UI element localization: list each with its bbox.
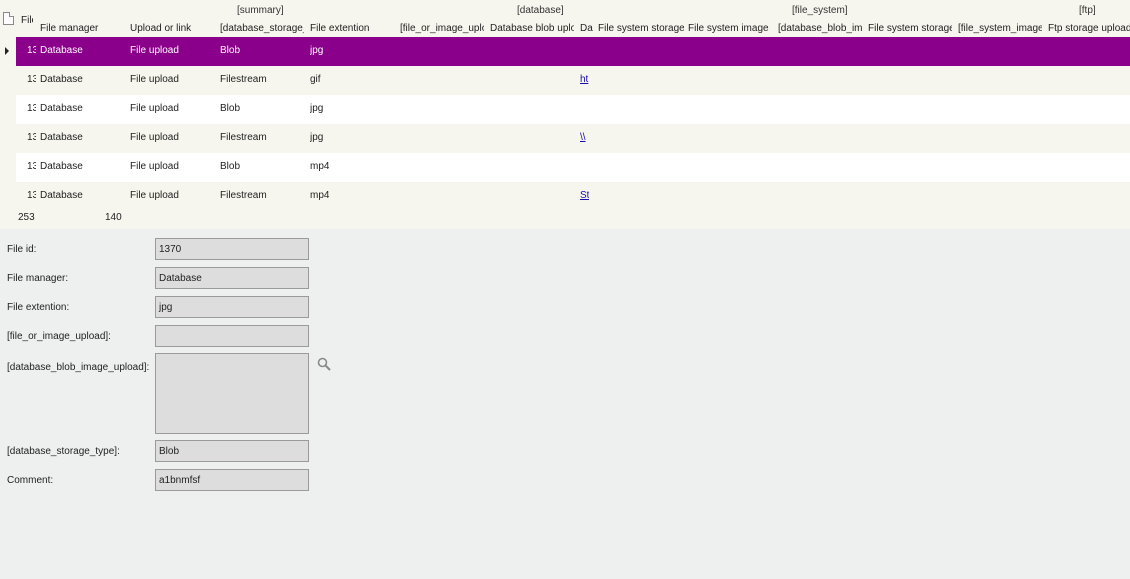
cell-file-id[interactable]: 13	[27, 74, 36, 85]
cell-upload-or-link[interactable]: File upload	[130, 45, 179, 56]
cell-file-id[interactable]: 13	[27, 190, 36, 201]
summary-count-a: 253	[18, 212, 35, 223]
search-icon[interactable]	[317, 357, 331, 371]
cell-upload-or-link[interactable]: File upload	[130, 132, 179, 143]
column-header-file-or-image-upload[interactable]: [file_or_image_uplo	[400, 23, 484, 34]
cell-file-extention[interactable]: mp4	[310, 190, 329, 201]
row-indicator[interactable]	[0, 66, 16, 95]
table-row[interactable]: 13 Database File upload Blob jpg	[0, 95, 1130, 124]
column-header-file-system-storage[interactable]: File system storage	[598, 23, 684, 34]
row-indicator[interactable]	[0, 124, 16, 153]
band-file-system: [file_system]	[792, 5, 848, 16]
label-database-blob-image-upload: [database_blob_image_upload]:	[7, 362, 150, 373]
label-file-extention: File extention:	[7, 302, 70, 313]
cell-file-manager[interactable]: Database	[40, 161, 83, 172]
table-row[interactable]: 13 Database File upload Blob jpg	[0, 37, 1130, 66]
band-header-row: [summary] [database] [file_system] [ftp]	[0, 0, 1130, 20]
cell-link[interactable]: St	[580, 190, 589, 201]
current-row-arrow-icon	[5, 47, 9, 55]
cell-file-extention[interactable]: mp4	[310, 161, 329, 172]
cell-file-id[interactable]: 13	[27, 103, 36, 114]
data-grid[interactable]: [summary] [database] [file_system] [ftp]…	[0, 0, 1130, 229]
cell-file-manager[interactable]: Database	[40, 74, 83, 85]
column-header-file-extention[interactable]: File extention	[310, 23, 396, 34]
row-indicator[interactable]	[0, 182, 16, 211]
cell-file-manager[interactable]: Database	[40, 132, 83, 143]
cell-link[interactable]: \\	[580, 132, 589, 143]
label-database-storage-type: [database_storage_type]:	[7, 446, 120, 457]
table-row[interactable]: 13 Database File upload Blob mp4	[0, 153, 1130, 182]
band-database: [database]	[517, 5, 564, 16]
column-header-database-storage-type[interactable]: [database_storage_t	[220, 23, 304, 34]
cell-file-extention[interactable]: jpg	[310, 132, 323, 143]
cell-storage-type[interactable]: Blob	[220, 45, 240, 56]
database-storage-type-field[interactable]: Blob	[155, 440, 309, 462]
cell-upload-or-link[interactable]: File upload	[130, 103, 179, 114]
summary-count-b: 140	[105, 212, 122, 223]
cell-file-id[interactable]: 13	[27, 161, 36, 172]
row-indicator[interactable]	[0, 37, 16, 66]
database-blob-image-preview[interactable]	[155, 353, 309, 434]
cell-storage-type[interactable]: Blob	[220, 161, 240, 172]
column-header-upload-or-link[interactable]: Upload or link	[130, 23, 216, 34]
file-id-field[interactable]: 1370	[155, 238, 309, 260]
cell-link[interactable]: ht	[580, 74, 589, 85]
row-indicator[interactable]	[0, 95, 16, 124]
column-header-file-manager[interactable]: File manager	[40, 23, 126, 34]
cell-file-manager[interactable]: Database	[40, 45, 83, 56]
column-header-ftp-storage-upload[interactable]: Ftp storage upload	[1048, 23, 1130, 34]
file-or-image-upload-field[interactable]	[155, 325, 309, 347]
cell-storage-type[interactable]: Blob	[220, 103, 240, 114]
table-row[interactable]: 13 Database File upload Filestream mp4 S…	[0, 182, 1130, 211]
table-row[interactable]: 13 Database File upload Filestream gif h…	[0, 66, 1130, 95]
column-header-database-blob-image[interactable]: [database_blob_ima	[778, 23, 862, 34]
file-manager-field[interactable]: Database	[155, 267, 309, 289]
column-header-file-system-image[interactable]: [file_system_image_	[958, 23, 1042, 34]
column-header-file-system-storage-2[interactable]: File system storage	[868, 23, 952, 34]
column-header-row: File manager Upload or link [database_st…	[0, 20, 1130, 37]
band-summary: [summary]	[237, 5, 284, 16]
label-file-id: File id:	[7, 244, 37, 255]
cell-file-extention[interactable]: jpg	[310, 45, 323, 56]
cell-file-id[interactable]: 13	[27, 45, 36, 56]
cell-file-manager[interactable]: Database	[40, 103, 83, 114]
cell-upload-or-link[interactable]: File upload	[130, 74, 179, 85]
cell-upload-or-link[interactable]: File upload	[130, 190, 179, 201]
cell-file-extention[interactable]: jpg	[310, 103, 323, 114]
comment-field[interactable]: a1bnmfsf	[155, 469, 309, 491]
row-indicator[interactable]	[0, 153, 16, 182]
grid-summary-footer: 253 140	[0, 209, 1130, 229]
cell-file-manager[interactable]: Database	[40, 190, 83, 201]
detail-form: File id: 1370 File manager: Database Fil…	[0, 229, 1130, 579]
column-header-database-blob-upload[interactable]: Database blob uplo	[490, 23, 574, 34]
cell-storage-type[interactable]: Filestream	[220, 132, 267, 143]
label-file-manager: File manager:	[7, 273, 69, 284]
band-ftp: [ftp]	[1079, 5, 1096, 16]
cell-upload-or-link[interactable]: File upload	[130, 161, 179, 172]
cell-file-id[interactable]: 13	[27, 132, 36, 143]
cell-file-extention[interactable]: gif	[310, 74, 321, 85]
cell-storage-type[interactable]: Filestream	[220, 190, 267, 201]
label-file-or-image-upload: [file_or_image_upload]:	[7, 331, 111, 342]
file-extention-field[interactable]: jpg	[155, 296, 309, 318]
label-comment: Comment:	[7, 475, 54, 486]
column-header-file-system-image-upload[interactable]: File system image u	[688, 23, 772, 34]
cell-storage-type[interactable]: Filestream	[220, 74, 267, 85]
column-header-da[interactable]: Da	[580, 23, 594, 34]
table-row[interactable]: 13 Database File upload Filestream jpg \…	[0, 124, 1130, 153]
